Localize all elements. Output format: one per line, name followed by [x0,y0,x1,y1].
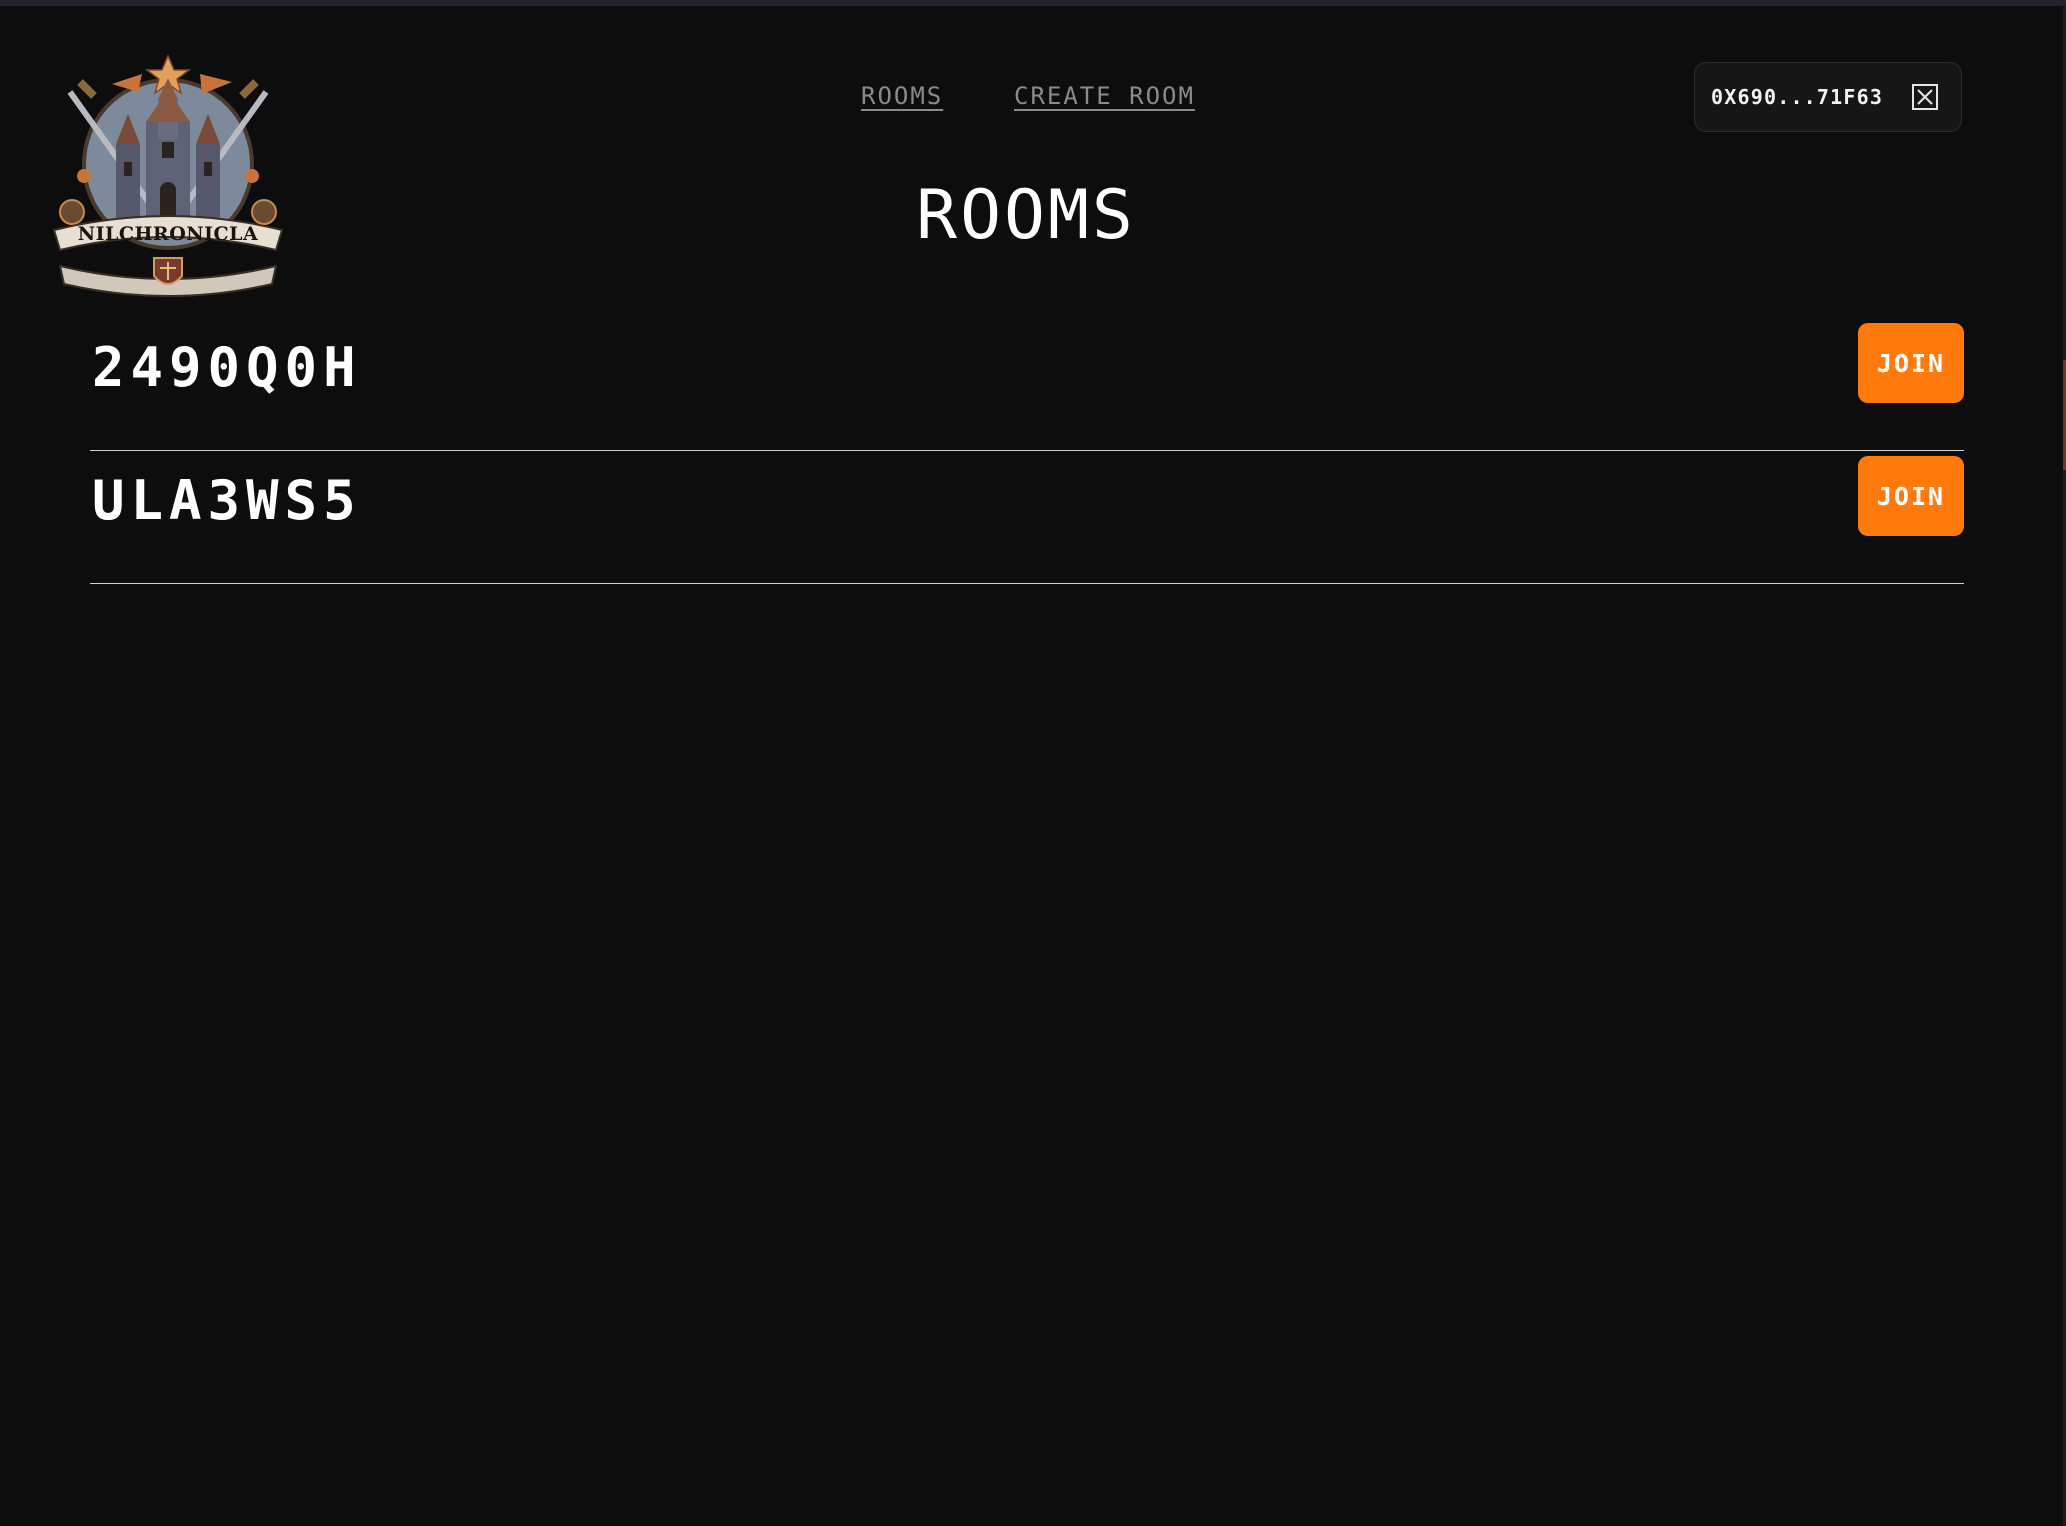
room-list: 2490Q0H JOIN ULA3WS5 JOIN [90,318,1964,584]
join-room-button[interactable]: JOIN [1858,456,1964,536]
wallet-address: 0X690...71F63 [1711,85,1884,109]
room-code: ULA3WS5 [92,469,362,532]
nav-link-rooms[interactable]: ROOMS [861,82,943,110]
room-code: 2490Q0H [92,336,362,399]
window-top-strip [0,0,2066,6]
join-room-button[interactable]: JOIN [1858,323,1964,403]
page-title: ROOMS [916,176,1136,255]
room-row: 2490Q0H JOIN [90,318,1964,451]
close-box-icon[interactable] [1911,83,1939,111]
nav-link-create-room[interactable]: CREATE ROOM [1014,82,1195,110]
room-row: ULA3WS5 JOIN [90,451,1964,584]
wallet-pill[interactable]: 0X690...71F63 [1694,62,1962,132]
